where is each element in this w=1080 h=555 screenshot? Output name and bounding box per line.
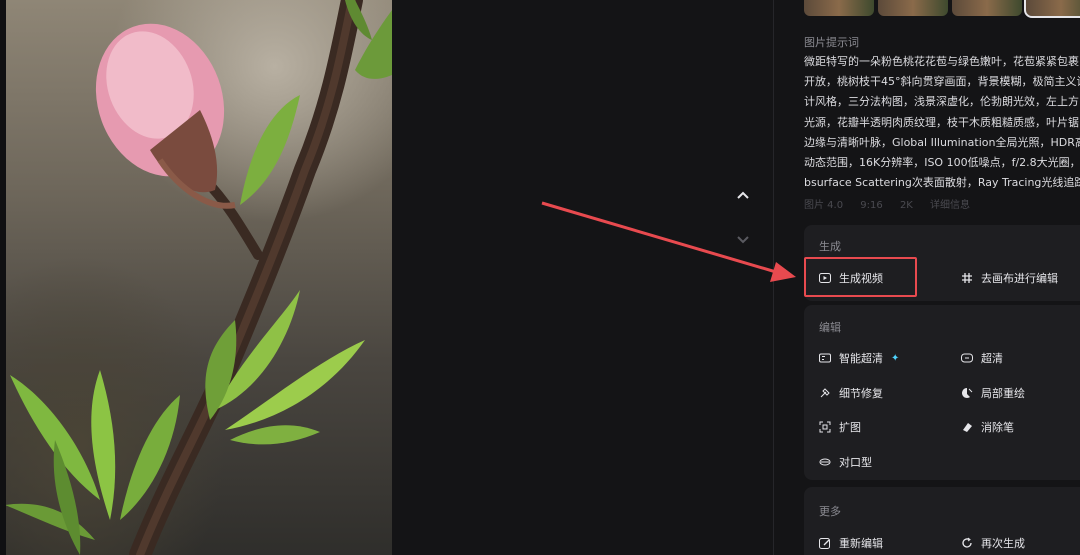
- eraser-label: 消除笔: [981, 421, 1014, 434]
- lip-sync-button[interactable]: 对口型: [819, 454, 872, 470]
- prompt-line: 计风格，三分法构图，浅景深虚化，伦勃朗光效，左上方: [804, 95, 1079, 109]
- lip-sync-label: 对口型: [839, 456, 872, 469]
- palette-icon: [961, 387, 973, 399]
- thumbnail[interactable]: [952, 0, 1022, 16]
- more-title: 更多: [819, 505, 841, 518]
- detail-fix-button[interactable]: 细节修复: [819, 385, 883, 401]
- resolution: 2K: [899, 200, 913, 211]
- model-version: 图片 4.0: [804, 200, 844, 211]
- edit-on-canvas-button[interactable]: 去画布进行编辑: [961, 270, 1058, 286]
- generate-card: 生成 生成视频 去画布进行编辑: [804, 225, 1080, 301]
- prompt-line: 微距特写的一朵粉色桃花花苞与绿色嫩叶，花苞紧紧包裹: [804, 55, 1079, 68]
- regenerate-label: 再次生成: [981, 537, 1025, 550]
- prompt-label: 图片提示词: [804, 36, 859, 49]
- prompt-line: bsurface Scattering次表面散射，Ray Tracing光线追踪: [804, 176, 1080, 190]
- partial-redraw-button[interactable]: 局部重绘: [961, 385, 1025, 401]
- prompt-line: 边缘与清晰叶脉，Global Illumination全局光照，HDR高: [804, 135, 1080, 149]
- thumbnail[interactable]: [804, 0, 874, 16]
- eraser-button[interactable]: 消除笔: [961, 419, 1014, 435]
- details-panel: 图片提示词 微距特写的一朵粉色桃花花苞与绿色嫩叶，花苞紧紧包裹 开放，桃树枝干4…: [774, 0, 1080, 555]
- detail-fix-label: 细节修复: [839, 387, 883, 400]
- image-edge: [0, 0, 6, 555]
- prompt-text[interactable]: 微距特写的一朵粉色桃花花苞与绿色嫩叶，花苞紧紧包裹 开放，桃树枝干45°斜向贯穿…: [804, 52, 1080, 193]
- sparkle-icon: ✦: [891, 352, 900, 364]
- thumbnail-selected[interactable]: [1024, 0, 1080, 18]
- regenerate-button[interactable]: 再次生成: [961, 535, 1025, 551]
- thumbnail[interactable]: [878, 0, 948, 16]
- eraser-icon: [961, 421, 973, 433]
- prompt-line: 开放，桃树枝干45°斜向贯穿画面，背景模糊，极简主义设: [804, 75, 1080, 89]
- prompt-line: 光源，花瓣半透明肉质纹理，枝干木质粗糙质感，叶片锯: [804, 115, 1079, 129]
- thumbnail-strip: [804, 0, 1080, 18]
- play-icon: [819, 272, 831, 284]
- edit-on-canvas-label: 去画布进行编辑: [981, 272, 1058, 285]
- peach-blossom-illustration: [5, 0, 392, 555]
- generated-image[interactable]: [0, 0, 392, 555]
- mouth-icon: [819, 456, 831, 468]
- re-edit-label: 重新编辑: [839, 537, 883, 550]
- chevron-up-icon[interactable]: [733, 187, 753, 207]
- edit-card: 编辑 智能超清 ✦ 超清 细节修复 局部重绘 扩图 消除笔 对口型: [804, 305, 1080, 480]
- hd-label: 超清: [981, 352, 1003, 365]
- expand-label: 扩图: [839, 421, 861, 434]
- hd-icon: [819, 352, 831, 364]
- details-link[interactable]: 详细信息: [930, 200, 970, 211]
- refresh-icon: [961, 537, 973, 549]
- grid-hash-icon: [961, 272, 973, 284]
- prompt-line: 动态范围，16K分辨率，ISO 100低噪点，f/2.8大光圈，Su: [804, 156, 1080, 170]
- more-card: 更多 重新编辑 再次生成: [804, 487, 1080, 555]
- edit-title: 编辑: [819, 321, 841, 334]
- hd-badge-icon: [961, 352, 973, 364]
- partial-redraw-label: 局部重绘: [981, 387, 1025, 400]
- generate-video-button[interactable]: 生成视频: [819, 270, 883, 286]
- re-edit-button[interactable]: 重新编辑: [819, 535, 883, 551]
- generate-video-label: 生成视频: [839, 272, 883, 285]
- edit-icon: [819, 537, 831, 549]
- image-meta: 图片 4.0 9:16 2K 详细信息: [804, 196, 984, 211]
- generate-title: 生成: [819, 240, 841, 253]
- brush-fix-icon: [819, 387, 831, 399]
- chevron-down-icon[interactable]: [733, 232, 753, 252]
- aspect-ratio: 9:16: [860, 200, 883, 211]
- smart-hd-label: 智能超清: [839, 352, 883, 365]
- expand-icon: [819, 421, 831, 433]
- expand-button[interactable]: 扩图: [819, 419, 861, 435]
- hd-button[interactable]: 超清: [961, 350, 1003, 366]
- smart-hd-button[interactable]: 智能超清 ✦: [819, 350, 899, 366]
